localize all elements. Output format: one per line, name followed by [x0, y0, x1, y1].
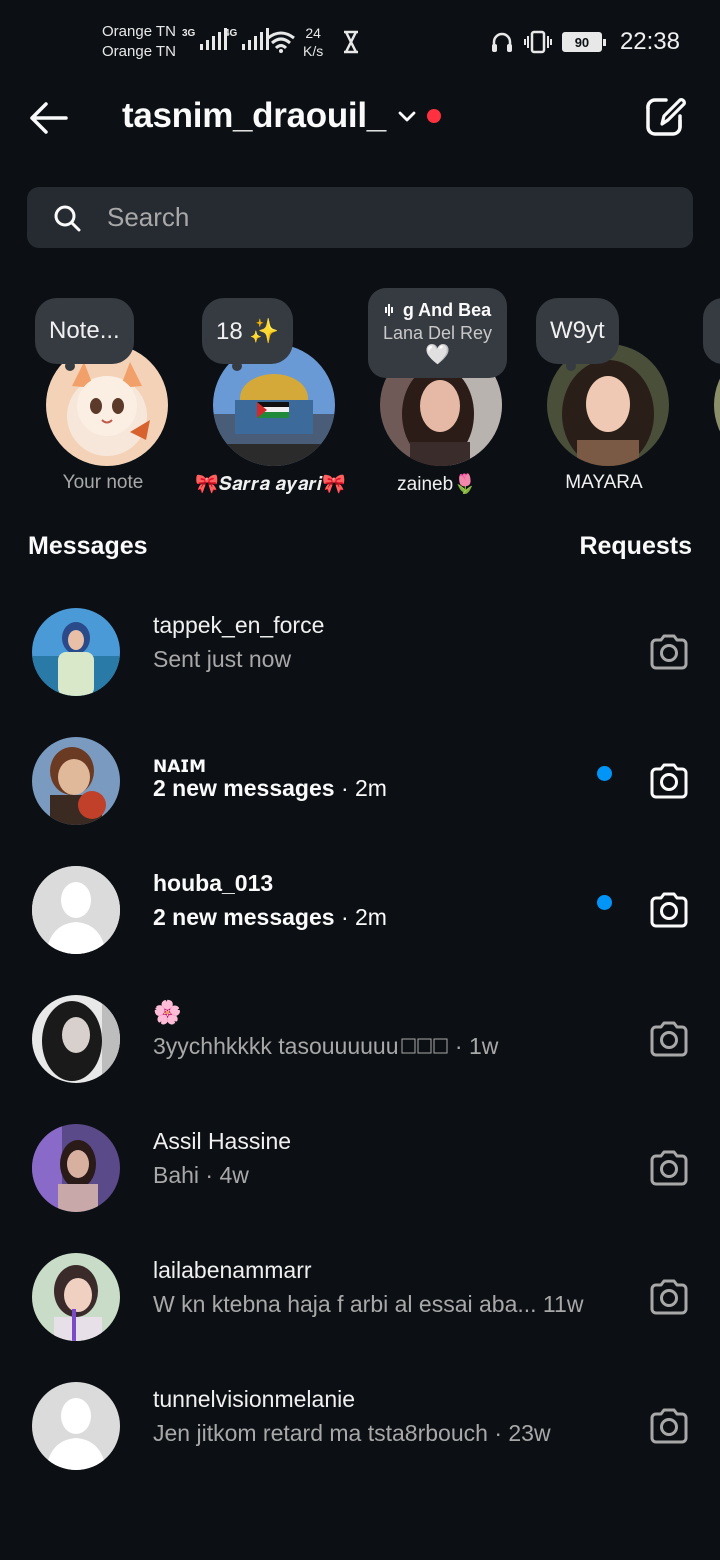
vibrate-icon	[523, 30, 552, 54]
camera-icon[interactable]	[648, 1276, 690, 1318]
new-message-icon[interactable]	[644, 94, 688, 138]
note-item-mayara[interactable]: W9yt MAYARA	[529, 286, 679, 501]
preview-text: 2 new messages	[153, 775, 335, 801]
camera-icon[interactable]	[648, 1147, 690, 1189]
song-title: g And Bea	[402, 300, 492, 320]
note-name: 🎀𝑺𝒂𝒓𝒓𝒂 𝒂𝒚𝒂𝒓𝒊🎀	[195, 474, 346, 495]
note-name: Your note	[62, 472, 144, 493]
note-song-title: g And Bea	[368, 300, 507, 321]
preview-text: W kn ktebna haja f arbi al essai aba...	[153, 1291, 537, 1317]
thread-row[interactable]: tunnelvisionmelanie Jen jitkom retard ma…	[0, 1374, 720, 1484]
thread-name: houba_013	[153, 870, 274, 896]
preview-text: Bahi	[153, 1162, 200, 1188]
note-song-artist: Lana Del Rey	[382, 323, 493, 343]
network-speed: 24 K/s	[303, 24, 323, 60]
thread-time: 11w	[536, 1291, 584, 1317]
camera-icon[interactable]	[648, 889, 690, 931]
clock: 22:38	[619, 28, 680, 55]
preview-text: Jen jitkom retard ma tsta8rbouch	[153, 1420, 488, 1446]
status-right: 90 22:38	[490, 28, 680, 56]
search-input[interactable]	[107, 202, 627, 233]
wifi-icon	[267, 31, 295, 53]
note-bubble[interactable]	[703, 298, 720, 364]
thread-name: Assil Hassine	[153, 1128, 292, 1154]
avatar[interactable]	[32, 608, 120, 696]
camera-icon[interactable]	[648, 631, 690, 673]
thread-name: tappek_en_force	[153, 612, 325, 638]
carrier-names: Orange TN Orange TN	[102, 22, 176, 62]
thread-preview: Bahi · 4w	[153, 1162, 249, 1189]
camera-icon[interactable]	[648, 1405, 690, 1447]
hourglass-icon	[344, 30, 358, 54]
avatar[interactable]	[32, 1124, 120, 1212]
thread-time: · 4w	[199, 1162, 249, 1188]
note-bubble[interactable]: Note...	[35, 298, 134, 371]
back-arrow-icon[interactable]	[26, 96, 70, 140]
thread-name: 🌸	[153, 999, 182, 1025]
note-item-sarra[interactable]: 18 ✨ 🎀𝑺𝒂𝒓𝒓𝒂 𝒂𝒚𝒂𝒓𝒊🎀	[195, 286, 346, 501]
camera-icon[interactable]	[648, 1018, 690, 1060]
battery-level: 90	[574, 34, 590, 50]
thread-time: · 1w	[448, 1033, 499, 1059]
avatar[interactable]	[32, 1253, 120, 1341]
avatar[interactable]	[32, 995, 120, 1083]
audio-wave-icon	[384, 304, 393, 316]
headphones-icon	[491, 32, 512, 52]
preview-text: Sent just now	[153, 646, 292, 672]
thread-row[interactable]: lailabenammarr W kn ktebna haja f arbi a…	[0, 1245, 720, 1355]
thread-time: · 23w	[487, 1420, 551, 1446]
note-name: MAYARA	[565, 472, 643, 493]
avatar[interactable]	[32, 1382, 120, 1470]
speed-unit: K/s	[303, 43, 324, 59]
battery-icon: 90	[561, 32, 606, 52]
thread-preview: 2 new messages · 2m	[153, 775, 387, 802]
search-bar[interactable]	[27, 187, 693, 248]
camera-icon[interactable]	[648, 760, 690, 802]
network-type-2: 4G	[224, 28, 238, 39]
avatar[interactable]	[32, 737, 120, 825]
thread-name: 𝗡𝗔𝗜𝗠	[153, 757, 207, 776]
unread-dot	[597, 895, 612, 910]
messages-header: Messages	[28, 532, 148, 560]
speed-value: 24	[305, 25, 321, 41]
thread-time: · 2m	[334, 904, 387, 930]
thread-preview: 3yychhkkkk tasouuuuuu · 1w	[153, 1033, 498, 1060]
thread-name: tunnelvisionmelanie	[153, 1386, 356, 1412]
thread-time: · 2m	[334, 775, 387, 801]
thread-row[interactable]: 🌸 3yychhkkkk tasouuuuuu · 1w	[0, 987, 720, 1097]
heart-icon: 🤍	[425, 344, 450, 366]
account-username[interactable]: tasnim_draouil_	[122, 96, 386, 136]
note-bubble[interactable]: 18 ✨	[202, 298, 294, 371]
thread-preview: Sent just now	[153, 646, 291, 673]
note-item-your-note[interactable]: Note... Your note	[28, 286, 178, 501]
unread-dot	[597, 766, 612, 781]
notes-row[interactable]: Note... Your note 18 ✨ 🎀𝑺𝒂𝒓𝒓𝒂 𝒂𝒚𝒂𝒓𝒊🎀 zai…	[0, 286, 720, 506]
requests-link[interactable]: Requests	[579, 532, 692, 561]
signal-3g-icon: 3G	[182, 28, 228, 50]
note-name: zaineb🌷	[397, 474, 477, 495]
preview-text: 3yychhkkkk tasouuuuuu	[153, 1033, 399, 1059]
chevron-down-icon[interactable]	[396, 106, 418, 128]
thread-row[interactable]: 𝗡𝗔𝗜𝗠 2 new messages · 2m	[0, 729, 720, 839]
thread-preview: 2 new messages · 2m	[153, 904, 387, 931]
thread-row[interactable]: Assil Hassine Bahi · 4w	[0, 1116, 720, 1226]
preview-text: 2 new messages	[153, 904, 335, 930]
thread-row[interactable]: houba_013 2 new messages · 2m	[0, 858, 720, 968]
signal-4g-icon: 4G	[224, 28, 270, 50]
carrier-1: Orange TN	[102, 23, 176, 40]
thread-preview: Jen jitkom retard ma tsta8rbouch · 23w	[153, 1420, 551, 1447]
note-item-partial[interactable]	[696, 286, 720, 501]
note-bubble[interactable]: W9yt	[536, 298, 619, 371]
carrier-2: Orange TN	[102, 43, 176, 60]
status-bar: Orange TN Orange TN 3G 4G 24 K/s 90 22:3…	[0, 0, 720, 84]
music-note-bubble[interactable]: g And Bea Lana Del Rey 🤍	[368, 288, 507, 378]
thread-row[interactable]: tappek_en_force Sent just now	[0, 600, 720, 710]
search-icon	[54, 205, 81, 231]
network-type-1: 3G	[182, 28, 196, 39]
thread-preview: W kn ktebna haja f arbi al essai aba... …	[153, 1291, 583, 1318]
thread-name: lailabenammarr	[153, 1257, 312, 1283]
notification-dot	[427, 109, 441, 123]
avatar[interactable]	[32, 866, 120, 954]
emoji-placeholder-glyphs	[401, 1033, 449, 1054]
